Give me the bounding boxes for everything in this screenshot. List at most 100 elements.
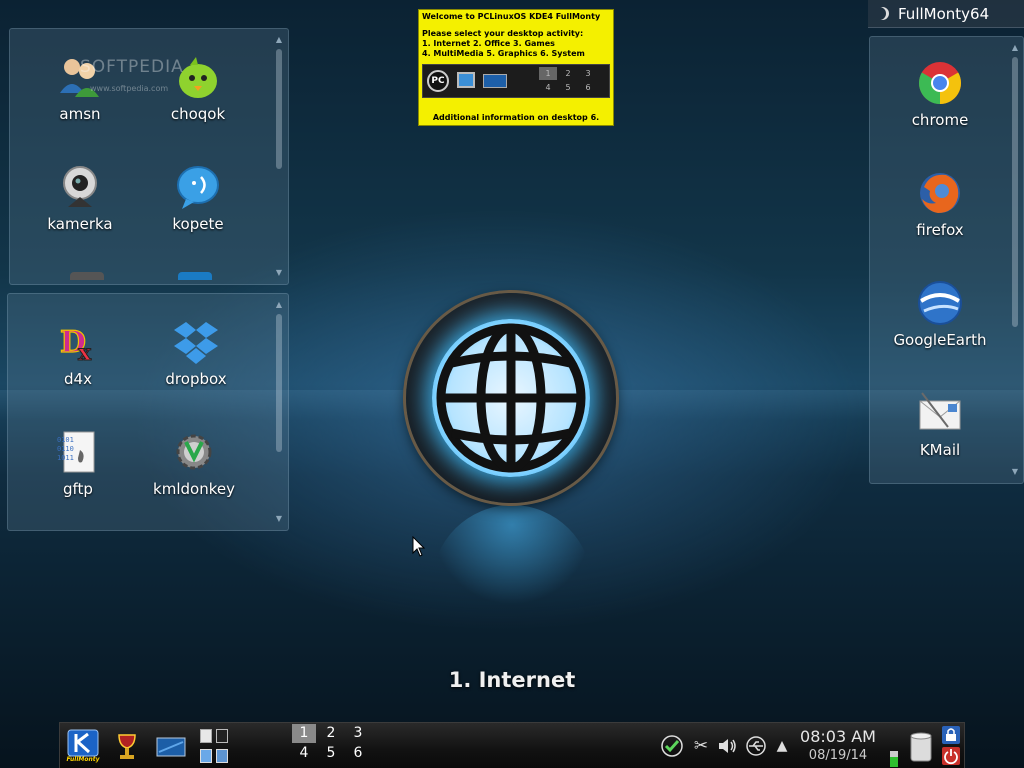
desktop-icon-label: kopete bbox=[172, 215, 224, 233]
pager-digit: 6 bbox=[585, 83, 591, 92]
scroll-up-arrow[interactable]: ▲ bbox=[1010, 43, 1020, 53]
scroll-thumb[interactable] bbox=[1012, 57, 1018, 327]
quick-launch-group[interactable] bbox=[198, 729, 232, 765]
digital-clock[interactable]: 08:03 AM 08/19/14 bbox=[798, 727, 878, 765]
desktop-icon-dropbox[interactable]: dropbox bbox=[146, 318, 246, 388]
desktop-icon-label: dropbox bbox=[165, 370, 227, 388]
pc-logo-icon: PC bbox=[427, 70, 449, 92]
folder-view-right[interactable]: ▲ ▼ chrome firefox GoogleEarth KMail bbox=[869, 36, 1024, 484]
desktop-icon-label: choqok bbox=[170, 105, 226, 123]
usb-device-icon[interactable] bbox=[745, 735, 767, 757]
desktop-icon-label: GoogleEarth bbox=[893, 331, 987, 349]
trash-button[interactable] bbox=[908, 731, 934, 763]
desktop-icon-label: firefox bbox=[916, 221, 964, 239]
scroll-down-arrow[interactable]: ▼ bbox=[1010, 467, 1020, 477]
lock-icon bbox=[946, 728, 956, 741]
watermark: SOFTPEDIA bbox=[80, 57, 184, 77]
pager-digit: 5 bbox=[565, 83, 571, 92]
scroll-down-arrow[interactable]: ▼ bbox=[274, 514, 284, 524]
kde-launcher-button[interactable]: FullMonty bbox=[66, 728, 100, 764]
desktop-icon-kmldonkey[interactable]: kmldonkey bbox=[144, 428, 244, 498]
pager-desktop-5[interactable]: 5 bbox=[319, 744, 343, 763]
mouse-cursor-icon bbox=[412, 535, 426, 562]
desktop-icon-kamerka[interactable]: kamerka bbox=[30, 163, 130, 233]
desktop-icon-kmail[interactable]: KMail bbox=[890, 389, 990, 459]
activity-title-bar[interactable]: FullMonty64 bbox=[868, 0, 1024, 28]
activity-name-label: 1. Internet bbox=[448, 668, 576, 692]
lock-screen-button[interactable] bbox=[942, 726, 960, 744]
terminal-icon bbox=[216, 729, 228, 743]
desktop-icon-label: kamerka bbox=[47, 215, 113, 233]
kmldonkey-icon bbox=[170, 428, 218, 476]
desktop-icon-label: d4x bbox=[64, 370, 92, 388]
folder-view-top-scrollbar[interactable]: ▲ ▼ bbox=[274, 35, 284, 278]
watermark-url: www.softpedia.com bbox=[90, 84, 169, 93]
google-earth-icon bbox=[916, 279, 964, 327]
folder-view-top[interactable]: ▲ ▼ amsn choqok kamerka kopete SOFTPEDIA… bbox=[9, 28, 289, 285]
battery-level-icon bbox=[890, 751, 898, 757]
pager-desktop-3[interactable]: 3 bbox=[346, 724, 370, 743]
svg-text:0101: 0101 bbox=[57, 436, 74, 444]
desktop-icon-label: amsn bbox=[59, 105, 101, 123]
scroll-up-arrow[interactable]: ▲ bbox=[274, 300, 284, 310]
desktop-icon-chrome[interactable]: chrome bbox=[890, 59, 990, 129]
battery-indicator[interactable] bbox=[890, 743, 898, 767]
trophy-button[interactable] bbox=[114, 732, 140, 762]
scroll-thumb[interactable] bbox=[276, 49, 282, 169]
info-footer: Additional information on desktop 6. bbox=[432, 113, 600, 122]
file-icon bbox=[200, 729, 212, 743]
scroll-up-arrow[interactable]: ▲ bbox=[274, 35, 284, 45]
globe-reflection bbox=[432, 505, 592, 605]
webcam-icon bbox=[56, 163, 104, 211]
activity-title: FullMonty64 bbox=[898, 5, 990, 23]
screen-icon bbox=[483, 74, 507, 88]
pager-desktop-1[interactable]: 1 bbox=[292, 724, 316, 743]
info-taskbar-preview: PC 1 2 3 4 5 6 bbox=[422, 64, 610, 98]
trash-icon bbox=[910, 732, 932, 762]
kopete-icon bbox=[174, 163, 222, 211]
scroll-down-arrow[interactable]: ▼ bbox=[274, 268, 284, 278]
moon-icon bbox=[876, 7, 889, 20]
desktop-icon-d4x[interactable]: D x d4x bbox=[28, 318, 128, 388]
folder-view-right-scrollbar[interactable]: ▲ ▼ bbox=[1010, 43, 1020, 477]
power-icon bbox=[944, 749, 958, 765]
desktop-icon-kopete[interactable]: kopete bbox=[148, 163, 248, 233]
folder-view-bottom-scrollbar[interactable]: ▲ ▼ bbox=[274, 300, 284, 524]
clock-time: 08:03 AM bbox=[800, 727, 876, 746]
globe-icon bbox=[432, 319, 590, 477]
desktop-icon-googleearth[interactable]: GoogleEarth bbox=[890, 279, 990, 349]
pager-desktop-6[interactable]: 6 bbox=[346, 744, 370, 763]
trophy-icon bbox=[118, 734, 136, 759]
activity-info-widget: Welcome to PCLinuxOS KDE4 FullMonty Plea… bbox=[418, 9, 614, 126]
desktop-icon-firefox[interactable]: firefox bbox=[890, 169, 990, 239]
screen-icon bbox=[156, 737, 186, 757]
desktop-icon-gftp[interactable]: 0101 0110 1011 gftp bbox=[28, 428, 128, 498]
mail-icon bbox=[916, 389, 964, 437]
launcher-caption: FullMonty bbox=[66, 756, 100, 763]
pager-digit: 4 bbox=[545, 83, 551, 92]
pager-desktop-4[interactable]: 4 bbox=[292, 744, 316, 763]
scroll-thumb[interactable] bbox=[276, 314, 282, 452]
update-check-icon[interactable] bbox=[661, 735, 683, 757]
volume-icon[interactable] bbox=[716, 735, 738, 757]
calculator-icon bbox=[200, 749, 212, 763]
svg-text:1011: 1011 bbox=[57, 454, 74, 462]
desktop-icon-label: kmldonkey bbox=[153, 480, 235, 498]
tray-expand-arrow-icon[interactable]: ▲ bbox=[771, 735, 793, 757]
show-desktop-button[interactable] bbox=[156, 736, 186, 758]
table-icon bbox=[216, 749, 228, 763]
pager-digit: 1 bbox=[539, 67, 557, 80]
activity-globe-button[interactable] bbox=[406, 293, 616, 503]
folder-view-bottom[interactable]: ▲ ▼ D x d4x dropbox 0101 0110 1011 gftp … bbox=[7, 293, 289, 531]
pager-desktop-2[interactable]: 2 bbox=[319, 724, 343, 743]
clock-date: 08/19/14 bbox=[808, 748, 868, 763]
battery-level-icon bbox=[890, 757, 898, 767]
svg-text:0110: 0110 bbox=[57, 445, 74, 453]
chrome-icon bbox=[916, 59, 964, 107]
dropbox-icon bbox=[172, 318, 220, 366]
logout-button[interactable] bbox=[942, 747, 960, 765]
d4x-icon: D x bbox=[54, 318, 102, 366]
klipper-scissors-icon[interactable]: ✂ bbox=[690, 735, 712, 757]
info-line: 4. MultiMedia 5. Graphics 6. System bbox=[422, 49, 585, 58]
pager-digit: 3 bbox=[585, 69, 591, 78]
